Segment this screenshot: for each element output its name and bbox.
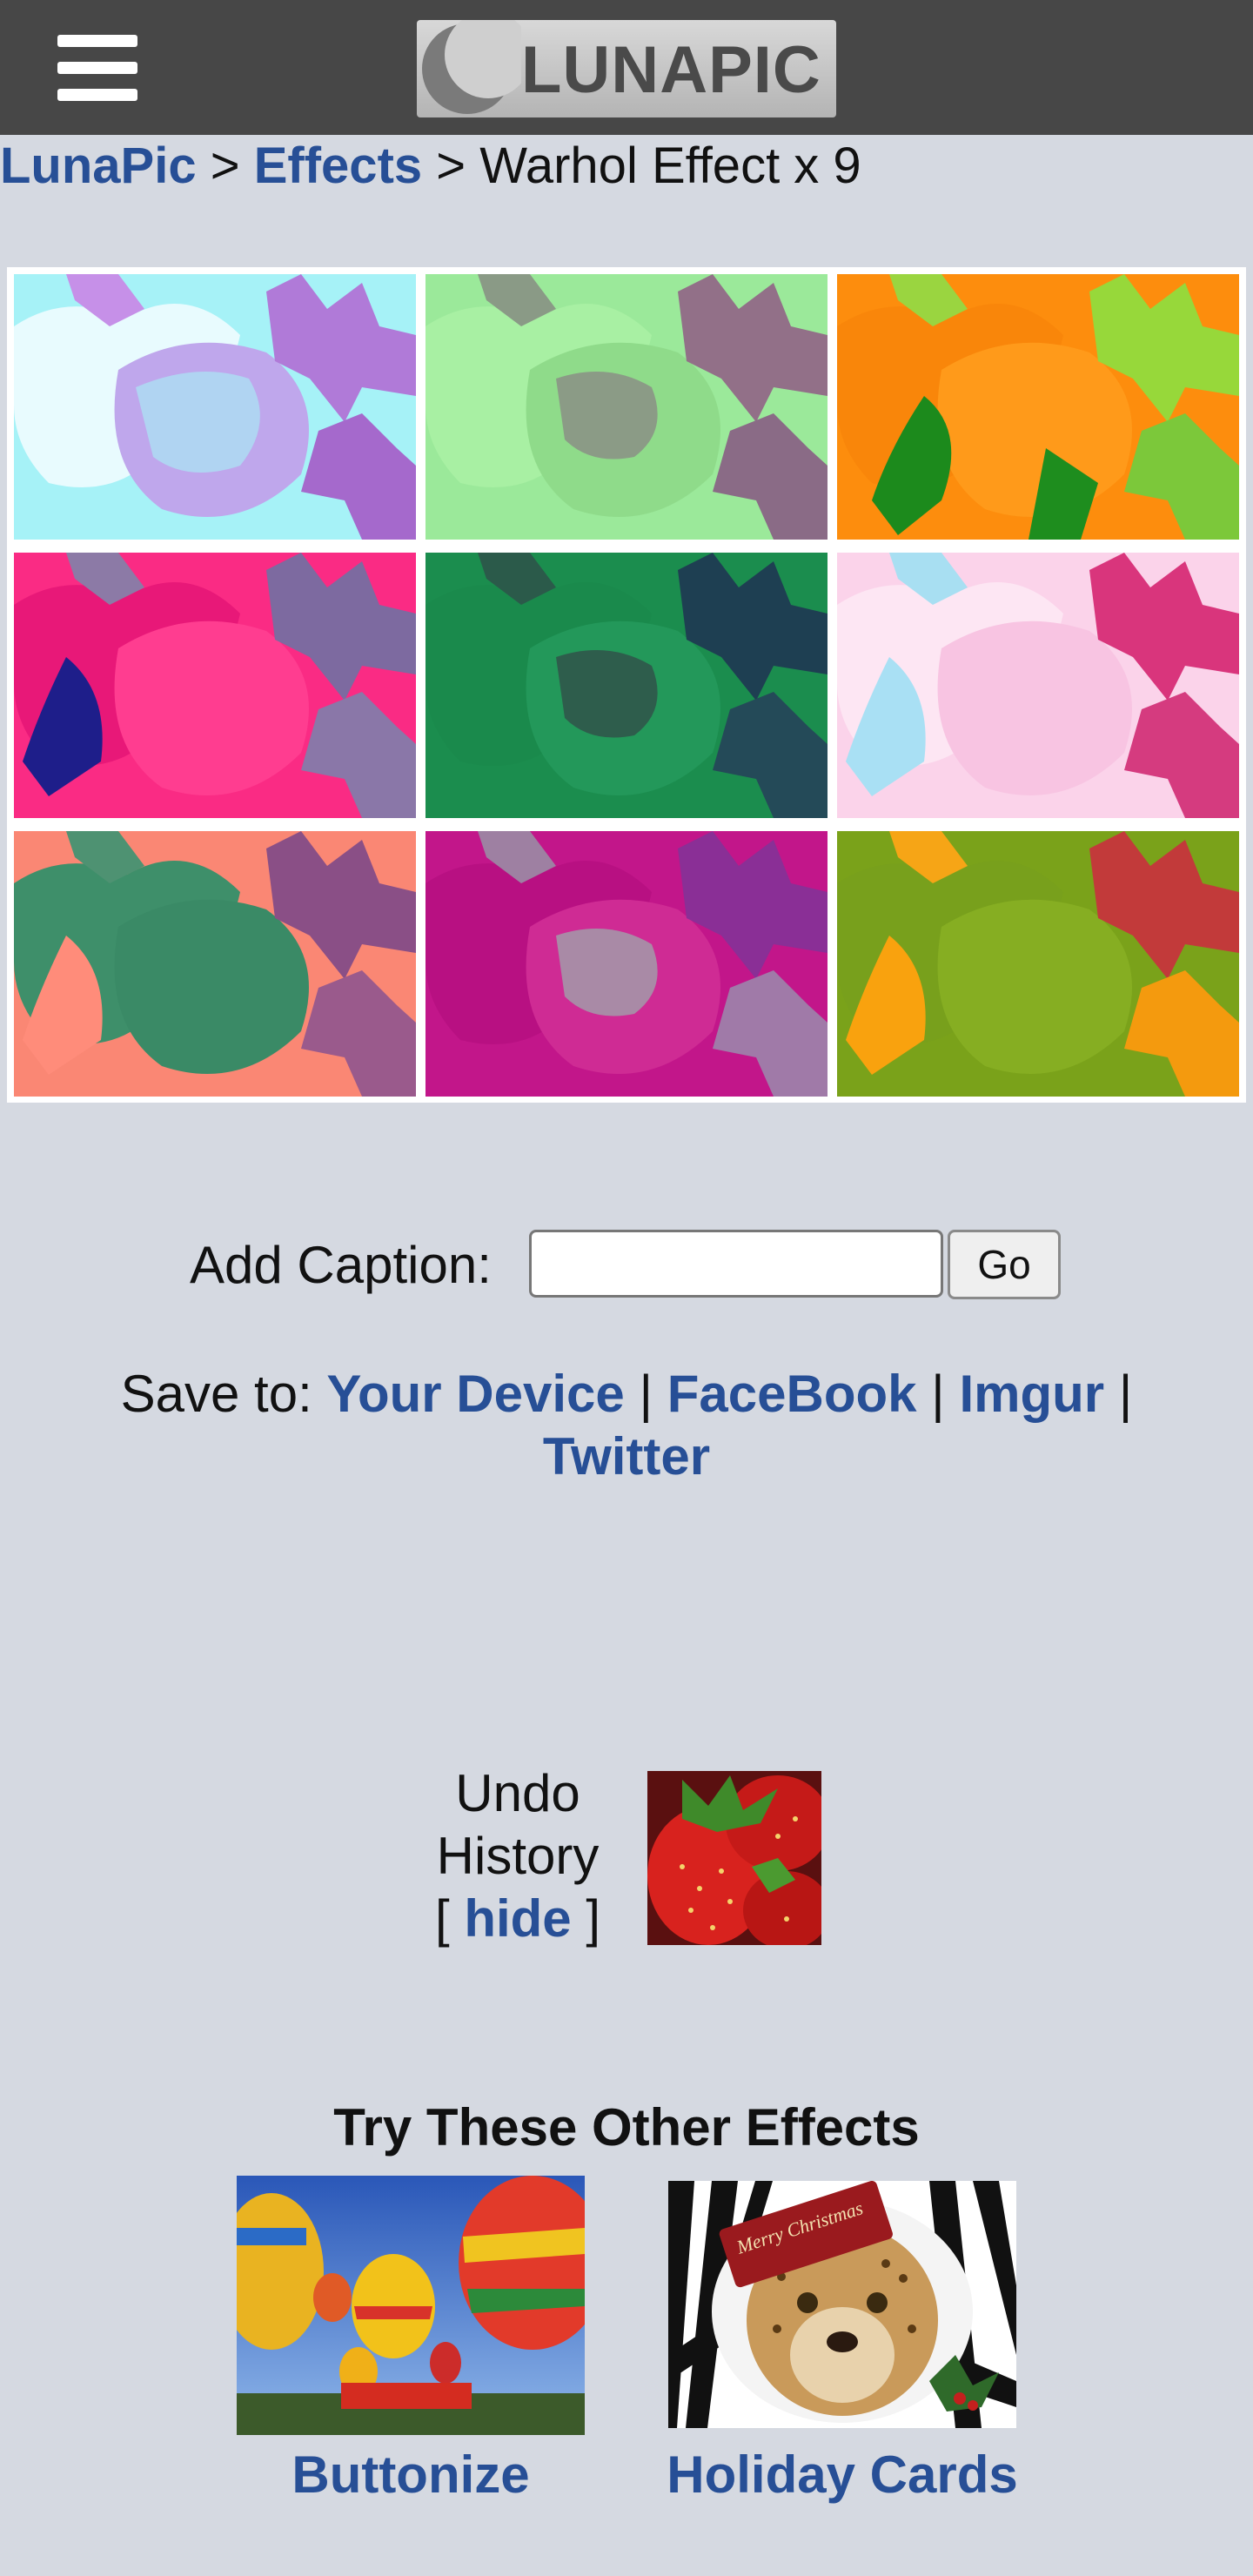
warhol-tile-magenta-purple	[425, 831, 828, 1097]
top-bar: LUNAPIC	[0, 0, 1253, 135]
crescent-moon-icon	[422, 20, 521, 114]
warhol-tile-cyan-lavender	[14, 274, 416, 540]
open-bracket: [	[434, 1889, 450, 1948]
save-separator: |	[1118, 1365, 1133, 1423]
breadcrumb-effects-link[interactable]: Effects	[254, 138, 422, 194]
holiday-cards-thumbnail[interactable]: Merry Christmas	[668, 2181, 1016, 2428]
warhol-tile-orange-lime	[837, 274, 1239, 540]
warhol-tile-olive-orange	[837, 831, 1239, 1097]
warhol-tile-pink-navy	[14, 553, 416, 818]
breadcrumb-separator: >	[436, 138, 466, 194]
save-to-label: Save to:	[120, 1365, 312, 1423]
buttonize-thumbnail[interactable]	[237, 2176, 585, 2435]
caption-label: Add Caption:	[190, 1236, 492, 1294]
close-bracket: ]	[586, 1889, 601, 1948]
other-effects-title: Try These Other Effects	[333, 2098, 920, 2157]
holiday-cards-link[interactable]: Holiday Cards	[667, 2445, 1017, 2504]
warhol-effect-image	[7, 267, 1246, 1103]
save-to-row: Save to: Your Device | FaceBook | Imgur …	[0, 1362, 1253, 1426]
save-imgur-link[interactable]: Imgur	[959, 1365, 1104, 1423]
save-facebook-link[interactable]: FaceBook	[667, 1365, 917, 1423]
warhol-tile-dark-green	[425, 553, 828, 818]
undo-history-thumbnail[interactable]	[647, 1771, 821, 1945]
save-twitter-link[interactable]: Twitter	[543, 1427, 710, 1486]
save-to-row-continued: Twitter	[0, 1425, 1253, 1489]
buttonize-link[interactable]: Buttonize	[291, 2445, 529, 2504]
breadcrumb-current-page: Warhol Effect x 9	[479, 138, 861, 194]
caption-input[interactable]	[529, 1230, 943, 1298]
save-your-device-link[interactable]: Your Device	[326, 1365, 624, 1423]
go-button[interactable]: Go	[948, 1230, 1061, 1299]
undo-label: Undo	[455, 1764, 580, 1822]
breadcrumb-separator: >	[210, 138, 240, 194]
holiday-cards-link-container: Holiday Cards	[625, 2443, 1060, 2507]
logo-text: LUNAPIC	[521, 33, 821, 107]
lunapic-logo[interactable]: LUNAPIC	[417, 20, 836, 117]
breadcrumb-lunapic-link[interactable]: LunaPic	[0, 138, 197, 194]
save-separator: |	[931, 1365, 945, 1423]
buttonize-link-container: Buttonize	[237, 2443, 585, 2507]
undo-history: Undo History [ hide ]	[409, 1762, 626, 1950]
breadcrumb: LunaPic > Effects > Warhol Effect x 9	[0, 134, 861, 198]
caption-form: Add Caption: Go	[0, 1227, 1253, 1305]
warhol-tile-green-mint	[425, 274, 828, 540]
warhol-tile-pale-pink-blue	[837, 553, 1239, 818]
hamburger-menu-icon[interactable]	[57, 35, 137, 101]
history-label: History	[436, 1827, 600, 1885]
hide-history-link[interactable]: hide	[464, 1889, 571, 1948]
warhol-tile-salmon-teal	[14, 831, 416, 1097]
save-separator: |	[639, 1365, 653, 1423]
hide-control: [ hide ]	[409, 1888, 626, 1950]
